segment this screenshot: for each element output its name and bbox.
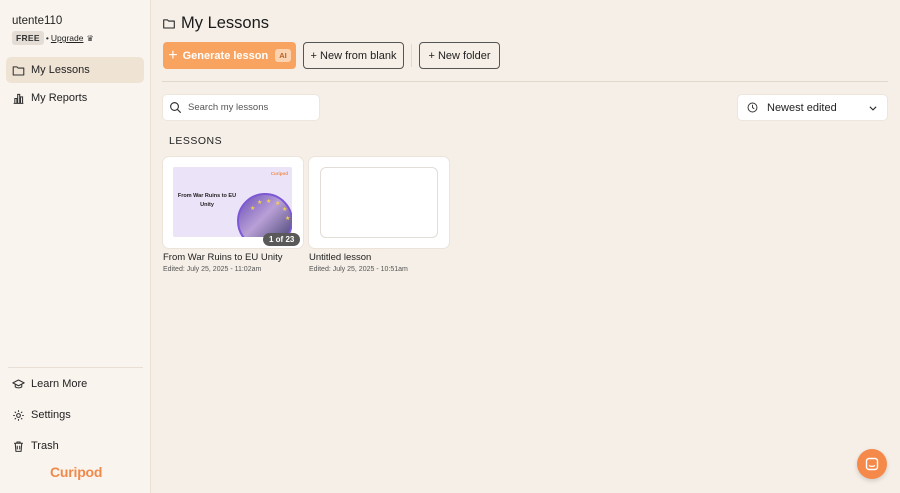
folder-icon <box>12 65 25 75</box>
lesson-card[interactable]: Curipod From War Ruins to EU Unity ★ ★ ★… <box>163 157 303 248</box>
curipod-logo[interactable]: Curipod <box>50 464 102 480</box>
plan-badge: FREE <box>12 31 44 45</box>
plus-icon: + <box>168 46 178 64</box>
search-input[interactable] <box>188 102 308 113</box>
new-folder-button[interactable]: + New folder <box>419 42 500 69</box>
header-divider <box>162 81 888 82</box>
bar-chart-icon <box>13 93 24 104</box>
toolbar-separator <box>411 44 412 67</box>
plan-separator: • <box>45 33 49 43</box>
page-title: My Lessons <box>181 14 270 32</box>
sidebar-item-label: Trash <box>31 440 59 452</box>
lesson-thumbnail <box>320 167 438 238</box>
folder-icon <box>163 19 175 29</box>
sort-dropdown[interactable]: Newest edited <box>738 95 887 120</box>
upgrade-link[interactable]: Upgrade <box>51 33 84 43</box>
sidebar-divider <box>8 367 143 368</box>
search-icon <box>170 102 182 114</box>
new-from-blank-button[interactable]: + New from blank <box>303 42 404 69</box>
sidebar-item-label: My Reports <box>31 92 88 104</box>
chat-launcher-button[interactable] <box>857 449 887 479</box>
clock-icon <box>747 102 758 113</box>
thumbnail-image: ★ ★ ★ ★ ★ ★ <box>237 193 292 237</box>
sidebar: utente110 FREE • Upgrade ♛ My Lessons My… <box>0 0 151 493</box>
chevron-down-icon <box>869 106 877 111</box>
ai-badge: AI <box>275 49 291 62</box>
sidebar-item-label: My Lessons <box>31 64 90 76</box>
lesson-edited-date: Edited: July 25, 2025 - 10:51am <box>309 266 408 273</box>
generate-lesson-label: Generate lesson <box>182 49 269 62</box>
sidebar-item-my-reports[interactable]: My Reports <box>6 85 144 111</box>
sidebar-item-label: Settings <box>31 409 71 421</box>
trash-icon <box>14 441 23 452</box>
lesson-title[interactable]: From War Ruins to EU Unity <box>163 252 282 263</box>
username: utente110 <box>12 15 63 27</box>
user-info: utente110 FREE • Upgrade ♛ <box>12 15 94 45</box>
crown-icon: ♛ <box>86 33 94 43</box>
lesson-card[interactable] <box>309 157 449 248</box>
sidebar-item-trash[interactable]: Trash <box>6 433 144 459</box>
sidebar-item-settings[interactable]: Settings <box>6 402 144 428</box>
chat-icon <box>865 457 879 471</box>
lesson-title[interactable]: Untitled lesson <box>309 252 371 263</box>
graduation-cap-icon <box>12 379 25 388</box>
sidebar-item-my-lessons[interactable]: My Lessons <box>6 57 144 83</box>
search-box[interactable] <box>163 95 319 120</box>
thumbnail-title: From War Ruins to EU Unity <box>177 193 237 208</box>
lesson-thumbnail: Curipod From War Ruins to EU Unity ★ ★ ★… <box>173 167 292 237</box>
thumbnail-logo: Curipod <box>270 171 288 176</box>
plan-row: FREE • Upgrade ♛ <box>12 31 94 45</box>
sidebar-item-label: Learn More <box>31 378 88 390</box>
page-count-badge: 1 of 23 <box>263 233 301 246</box>
generate-lesson-button[interactable]: + Generate lesson AI <box>163 42 296 69</box>
sort-selected-value: Newest edited <box>767 101 837 114</box>
page-header: My Lessons <box>162 14 269 33</box>
gear-icon <box>13 409 24 421</box>
sidebar-item-learn-more[interactable]: Learn More <box>6 371 144 397</box>
section-label-lessons: LESSONS <box>169 135 223 147</box>
lesson-edited-date: Edited: July 25, 2025 - 11:02am <box>163 266 262 273</box>
